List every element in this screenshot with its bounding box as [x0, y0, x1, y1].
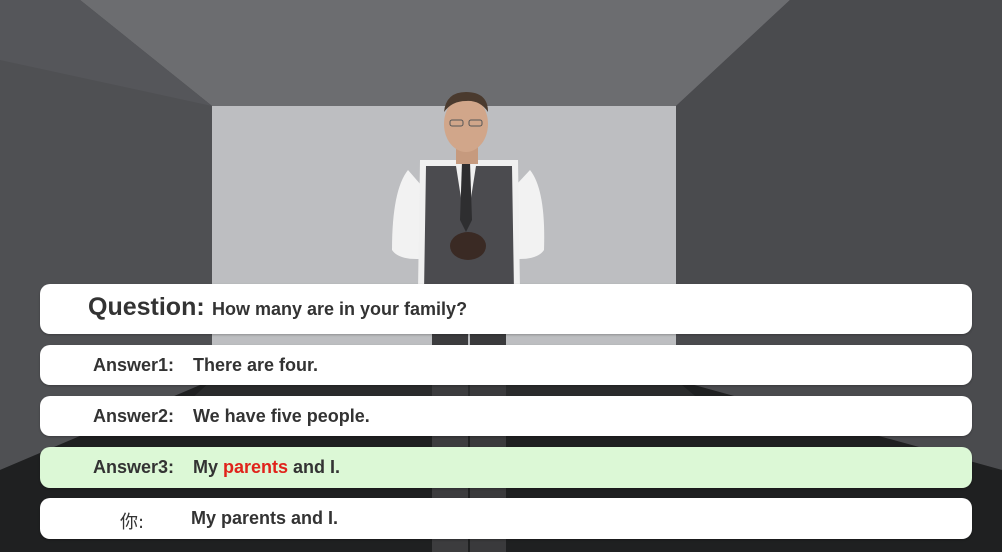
user-speech-text: My parents and I. — [191, 508, 339, 528]
question-text: How many are in your family? — [212, 299, 468, 319]
answer-option-3-selected[interactable]: Answer3: My parents and I. — [40, 447, 972, 488]
answer-label: Answer1: — [93, 355, 175, 375]
answer-label: Answer3: — [93, 457, 175, 477]
answer-text: We have five people. — [193, 406, 370, 426]
answer-option-1[interactable]: Answer1: There are four. — [40, 345, 972, 385]
answer-text-after: and I. — [288, 457, 341, 477]
highlighted-keyword: parents — [223, 457, 289, 477]
question-panel: Question: How many are in your family? — [40, 284, 972, 334]
user-speech-panel: 你: My parents and I. — [40, 498, 972, 539]
answer-text: There are four. — [193, 355, 319, 375]
answer-text-before: My — [193, 457, 224, 477]
answer-option-2[interactable]: Answer2: We have five people. — [40, 396, 972, 436]
answer-text: My parents and I. — [193, 457, 340, 478]
answer-label: Answer2: — [93, 406, 175, 426]
user-label: 你: — [120, 512, 145, 533]
question-label: Question: — [88, 293, 205, 321]
